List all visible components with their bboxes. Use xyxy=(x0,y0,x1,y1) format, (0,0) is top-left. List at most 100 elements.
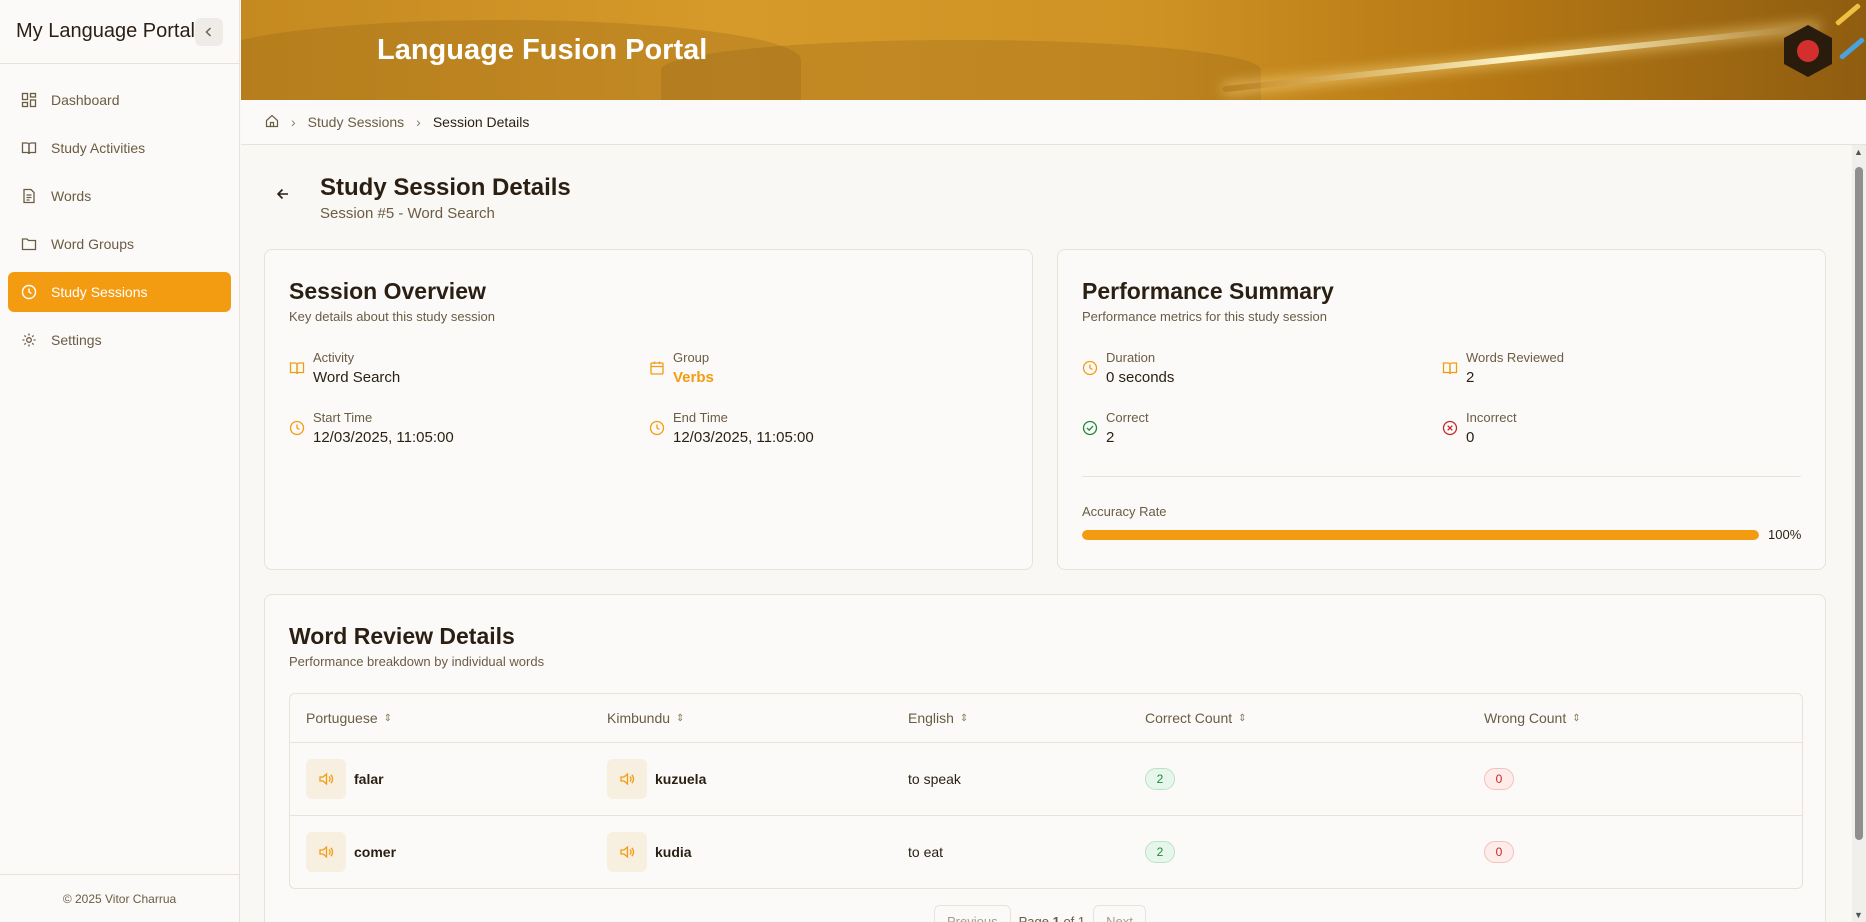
portuguese-word: falar xyxy=(354,771,384,787)
speaker-icon xyxy=(319,845,334,859)
correct-value: 2 xyxy=(1106,429,1115,446)
scrollbar-thumb[interactable] xyxy=(1855,167,1863,840)
word-review-card: Word Review Details Performance breakdow… xyxy=(264,594,1826,922)
page-title: Study Session Details xyxy=(320,174,571,201)
group-field: Group Verbs xyxy=(649,350,714,386)
column-header-english[interactable]: English ⇕ xyxy=(892,710,1129,726)
field-label: Group xyxy=(673,350,710,365)
sidebar-header: My Language Portal xyxy=(0,0,239,64)
card-description: Performance metrics for this study sessi… xyxy=(1082,309,1327,324)
speaker-icon xyxy=(319,772,334,786)
field-label: Incorrect xyxy=(1466,410,1517,425)
pencil-icon xyxy=(1838,36,1866,61)
pagination: Previous Page 1 of 1 Next xyxy=(934,905,1146,922)
kimbundu-word: kuzuela xyxy=(655,771,707,787)
sort-icon[interactable]: ⇕ xyxy=(960,713,968,724)
table-row: falar kuzuela to speak 2 0 xyxy=(290,742,1802,815)
chevron-left-icon xyxy=(205,26,212,37)
correct-count-badge: 2 xyxy=(1145,768,1175,790)
field-label: End Time xyxy=(673,410,728,425)
table-row: comer kudia to eat 2 0 xyxy=(290,815,1802,888)
incorrect-field: Incorrect 0 xyxy=(1442,410,1517,446)
accuracy-progress-bar xyxy=(1082,530,1759,540)
clock-icon xyxy=(289,420,305,436)
breadcrumb-study-sessions[interactable]: Study Sessions xyxy=(308,114,405,130)
play-audio-button[interactable] xyxy=(607,832,647,872)
sidebar-item-study-activities[interactable]: Study Activities xyxy=(8,128,231,168)
collapse-sidebar-button[interactable] xyxy=(195,17,223,46)
sidebar-item-words[interactable]: Words xyxy=(8,176,231,216)
incorrect-value: 0 xyxy=(1466,429,1475,446)
sidebar-item-label: Word Groups xyxy=(51,236,134,252)
column-header-correct-count[interactable]: Correct Count ⇕ xyxy=(1129,710,1468,726)
portuguese-word: comer xyxy=(354,844,397,860)
word-review-table: Portuguese ⇕ Kimbundu ⇕ English ⇕ Correct C… xyxy=(289,693,1803,889)
book-open-icon xyxy=(1442,362,1458,375)
end-time-value: 12/03/2025, 11:05:00 xyxy=(673,429,814,446)
column-header-wrong-count[interactable]: Wrong Count ⇕ xyxy=(1468,710,1802,726)
header-banner: Language Fusion Portal xyxy=(241,0,1866,100)
duration-value: 0 seconds xyxy=(1106,369,1175,386)
sort-icon[interactable]: ⇕ xyxy=(1238,713,1246,724)
speaker-icon xyxy=(620,772,635,786)
sort-icon[interactable]: ⇕ xyxy=(1572,713,1580,724)
activity-field: Activity Word Search xyxy=(289,350,400,386)
dashboard-icon xyxy=(21,92,37,108)
book-open-icon xyxy=(289,362,305,375)
sidebar-item-study-sessions[interactable]: Study Sessions xyxy=(8,272,231,312)
play-audio-button[interactable] xyxy=(607,759,647,799)
page-indicator: Page 1 of 1 xyxy=(1018,914,1086,922)
made-in-angola-badge-icon xyxy=(1784,25,1832,77)
breadcrumb-current: Session Details xyxy=(432,114,530,130)
sidebar-item-label: Dashboard xyxy=(51,92,120,108)
column-header-portuguese[interactable]: Portuguese ⇕ xyxy=(290,710,591,726)
wrong-count-badge: 0 xyxy=(1484,768,1514,790)
sidebar-item-label: Study Sessions xyxy=(51,284,148,300)
clock-icon xyxy=(21,284,37,300)
divider xyxy=(1082,476,1801,477)
play-audio-button[interactable] xyxy=(306,832,346,872)
page-scrollbar[interactable]: ▲ ▼ xyxy=(1852,145,1866,922)
next-page-button[interactable]: Next xyxy=(1093,905,1146,922)
sidebar-nav: Dashboard Study Activities Words Word Gr… xyxy=(0,64,239,384)
sidebar-item-word-groups[interactable]: Word Groups xyxy=(8,224,231,264)
sidebar-item-label: Settings xyxy=(51,332,102,348)
arrow-left-icon xyxy=(276,188,288,200)
start-time-field: Start Time 12/03/2025, 11:05:00 xyxy=(289,410,454,446)
previous-page-button[interactable]: Previous xyxy=(934,905,1011,922)
banner-light-trail xyxy=(1222,23,1820,93)
table-header-row: Portuguese ⇕ Kimbundu ⇕ English ⇕ Correct C… xyxy=(290,694,1802,742)
end-time-field: End Time 12/03/2025, 11:05:00 xyxy=(649,410,814,446)
sidebar-item-label: Study Activities xyxy=(51,140,146,156)
chevron-right-icon: › xyxy=(416,114,421,130)
sort-icon[interactable]: ⇕ xyxy=(384,713,392,724)
accuracy-label: Accuracy Rate xyxy=(1082,504,1167,519)
scroll-up-icon[interactable]: ▲ xyxy=(1854,147,1863,157)
field-label: Correct xyxy=(1106,410,1149,425)
session-overview-card: Session Overview Key details about this … xyxy=(264,249,1033,570)
card-description: Key details about this study session xyxy=(289,309,495,324)
scroll-down-icon[interactable]: ▼ xyxy=(1854,910,1863,920)
accuracy-progress-fill xyxy=(1082,530,1759,540)
sort-icon[interactable]: ⇕ xyxy=(676,713,684,724)
clock-icon xyxy=(1082,360,1098,376)
app-title: My Language Portal xyxy=(16,20,196,42)
gear-icon xyxy=(21,332,37,348)
english-word: to speak xyxy=(908,771,961,787)
words-reviewed-value: 2 xyxy=(1466,369,1475,386)
file-text-icon xyxy=(21,188,37,204)
field-label: Activity xyxy=(313,350,355,365)
correct-field: Correct 2 xyxy=(1082,410,1149,446)
home-icon[interactable] xyxy=(265,114,279,131)
header-title: Language Fusion Portal xyxy=(377,34,708,66)
card-description: Performance breakdown by individual word… xyxy=(289,654,545,669)
play-audio-button[interactable] xyxy=(306,759,346,799)
back-button[interactable] xyxy=(275,186,291,207)
accuracy-value: 100% xyxy=(1768,527,1802,542)
sidebar-item-settings[interactable]: Settings xyxy=(8,320,231,360)
column-header-kimbundu[interactable]: Kimbundu ⇕ xyxy=(591,710,892,726)
check-circle-icon xyxy=(1082,420,1098,436)
group-link[interactable]: Verbs xyxy=(673,369,714,386)
sidebar-item-dashboard[interactable]: Dashboard xyxy=(8,80,231,120)
card-title: Performance Summary xyxy=(1082,278,1334,304)
